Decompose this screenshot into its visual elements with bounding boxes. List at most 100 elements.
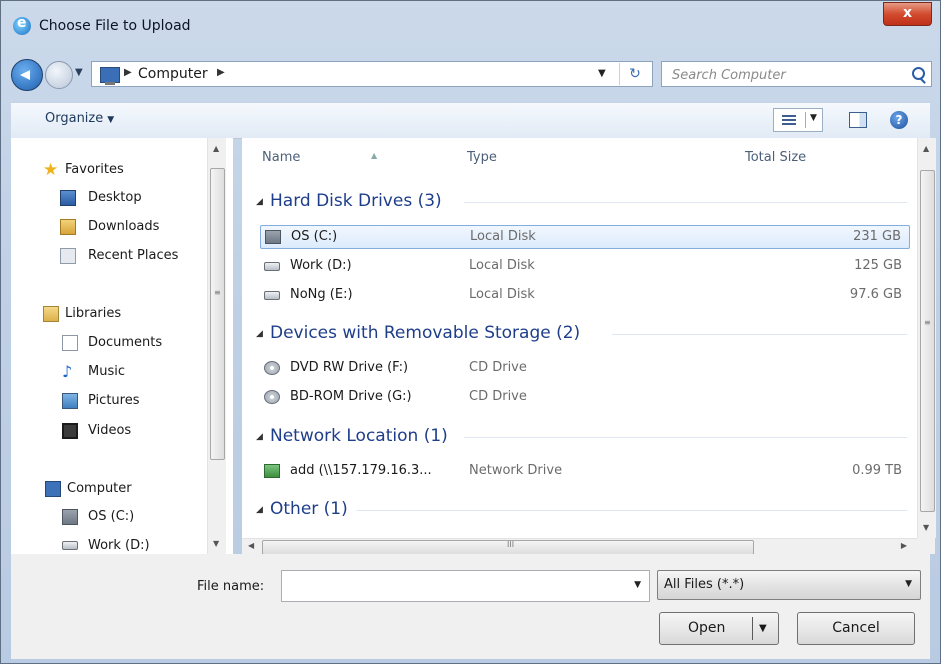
scroll-down-icon[interactable]: ▼	[213, 539, 219, 548]
list-item-os-c[interactable]: OS (C:) Local Disk 231 GB	[260, 225, 910, 249]
item-type: Local Disk	[469, 258, 535, 273]
group-header-removable-storage[interactable]: ◢ Devices with Removable Storage (2)	[252, 321, 917, 347]
address-bar[interactable]: ▶ Computer ▶ ▼ ↻	[91, 61, 653, 87]
column-header-name[interactable]: Name ▲	[262, 150, 377, 165]
scrollbar-corner	[917, 538, 935, 554]
pictures-icon	[62, 393, 78, 409]
group-title: Other (1)	[270, 499, 348, 519]
scroll-up-icon[interactable]: ▲	[923, 144, 929, 153]
group-title: Hard Disk Drives (3)	[270, 191, 442, 211]
scroll-up-icon[interactable]: ▲	[213, 144, 219, 153]
item-type: CD Drive	[469, 389, 527, 404]
organize-menu[interactable]: Organize ▼	[45, 111, 114, 126]
collapse-triangle-icon[interactable]: ◢	[256, 197, 263, 207]
open-button[interactable]: Open ▼	[659, 612, 779, 645]
recent-locations-dropdown[interactable]: ▼	[75, 67, 83, 78]
help-icon[interactable]: ?	[890, 111, 908, 129]
breadcrumb-arrow-icon[interactable]: ▶	[217, 67, 225, 78]
list-item-nong-e[interactable]: NoNg (E:) Local Disk 97.6 GB	[260, 284, 910, 308]
item-size: 125 GB	[854, 258, 902, 273]
refresh-button[interactable]: ↻	[619, 63, 650, 85]
internet-explorer-icon	[13, 15, 31, 35]
horizontal-scrollbar[interactable]: ◀ III ▶	[242, 538, 917, 555]
file-name-combobox[interactable]: ▼	[281, 570, 650, 603]
view-options-dropdown-icon[interactable]: ▼	[810, 113, 817, 123]
scrollbar-thumb[interactable]	[920, 170, 935, 512]
scrollbar-grip-icon: ≡	[214, 288, 221, 297]
group-title: Devices with Removable Storage (2)	[270, 323, 581, 343]
breadcrumb-computer[interactable]: Computer	[138, 66, 208, 82]
hard-drive-icon	[264, 291, 280, 300]
sidebar-item-label: Music	[88, 364, 125, 379]
scroll-down-icon[interactable]: ▼	[923, 523, 929, 532]
navigation-pane: ★ Favorites Desktop Downloads Recent Pla…	[11, 138, 233, 554]
file-name-input[interactable]	[282, 571, 620, 603]
recent-places-icon	[60, 248, 76, 264]
scroll-right-icon[interactable]: ▶	[901, 541, 907, 550]
group-header-hard-disk-drives[interactable]: ◢ Hard Disk Drives (3)	[252, 189, 917, 215]
item-size: 97.6 GB	[849, 287, 902, 302]
list-item-work-d[interactable]: Work (D:) Local Disk 125 GB	[260, 255, 910, 279]
search-input[interactable]	[662, 62, 904, 88]
group-header-other[interactable]: ◢ Other (1)	[252, 497, 917, 523]
sidebar-item-label: Pictures	[88, 393, 140, 408]
file-list-scrollbar[interactable]: ▲ ≡ ▼	[917, 138, 936, 538]
list-item-dvd-rw-f[interactable]: DVD RW Drive (F:) CD Drive	[260, 357, 910, 381]
sidebar-item-label: OS (C:)	[88, 509, 135, 524]
item-name: BD-ROM Drive (G:)	[290, 389, 412, 404]
sort-ascending-icon: ▲	[371, 151, 378, 160]
navigation-pane-scrollbar[interactable]: ▲ ≡ ▼	[207, 138, 226, 554]
preview-pane-button[interactable]	[849, 112, 867, 128]
sidebar-item-label: Recent Places	[88, 248, 179, 263]
list-item-bd-rom-g[interactable]: BD-ROM Drive (G:) CD Drive	[260, 386, 910, 410]
sidebar-item-label: Videos	[88, 423, 132, 438]
search-icon[interactable]	[912, 67, 925, 80]
group-divider	[612, 334, 907, 335]
chevron-down-icon: ▼	[107, 115, 115, 125]
file-type-filter-select[interactable]: All Files (*.*) ▼	[657, 570, 921, 600]
sidebar-item-label: Downloads	[88, 219, 160, 234]
sidebar-item-label: Documents	[88, 335, 163, 350]
list-item-network-drive[interactable]: add (\\157.179.16.3... Network Drive 0.9…	[260, 460, 910, 484]
collapse-triangle-icon[interactable]: ◢	[256, 505, 263, 515]
hard-drive-icon	[62, 541, 78, 550]
item-type: Local Disk	[469, 287, 535, 302]
address-dropdown-icon[interactable]: ▼	[598, 68, 606, 79]
back-button[interactable]	[11, 59, 43, 91]
chevron-down-icon[interactable]: ▼	[634, 580, 641, 590]
divider	[752, 617, 753, 640]
search-box[interactable]	[661, 61, 932, 88]
os-drive-icon	[265, 230, 281, 244]
collapse-triangle-icon[interactable]: ◢	[256, 432, 263, 442]
downloads-icon	[60, 219, 76, 235]
libraries-icon	[43, 306, 59, 322]
scroll-left-icon[interactable]: ◀	[248, 541, 254, 550]
navigation-bar: ▼ ▶ Computer ▶ ▼ ↻	[11, 57, 932, 91]
column-header-type[interactable]: Type	[467, 150, 497, 165]
breadcrumb-arrow-icon[interactable]: ▶	[124, 67, 132, 78]
open-options-dropdown-icon[interactable]: ▼	[759, 613, 767, 644]
scrollbar-thumb[interactable]	[210, 168, 225, 460]
close-button[interactable]: x	[883, 2, 932, 26]
os-drive-icon	[62, 509, 78, 525]
item-name: Work (D:)	[290, 258, 352, 273]
computer-icon	[100, 67, 120, 85]
sidebar-item-label: Work (D:)	[88, 538, 150, 553]
scrollbar-grip-icon: III	[507, 540, 515, 549]
documents-icon	[62, 335, 78, 351]
collapse-triangle-icon[interactable]: ◢	[256, 329, 263, 339]
forward-button[interactable]	[45, 61, 73, 89]
desktop-icon	[60, 190, 76, 206]
sidebar-item-label: Favorites	[65, 162, 124, 177]
change-view-button[interactable]: ▼	[773, 108, 823, 132]
group-header-network-location[interactable]: ◢ Network Location (1)	[252, 424, 917, 450]
videos-icon	[62, 423, 78, 439]
cancel-button[interactable]: Cancel	[797, 612, 915, 645]
column-header-label: Name	[262, 150, 301, 165]
favorites-star-icon: ★	[43, 160, 59, 180]
file-name-panel: File name: ▼ All Files (*.*) ▼ Open ▼ Ca…	[11, 554, 930, 659]
group-title: Network Location (1)	[270, 426, 448, 446]
item-type: CD Drive	[469, 360, 527, 375]
divider	[805, 112, 806, 128]
column-header-total-size[interactable]: Total Size	[745, 150, 806, 165]
